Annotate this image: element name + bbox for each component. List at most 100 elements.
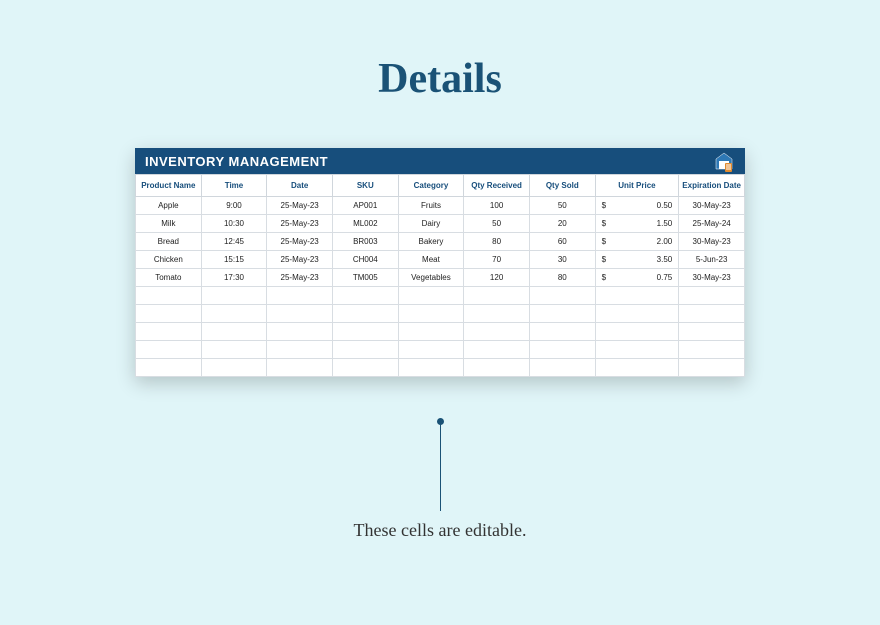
- cell-empty[interactable]: [398, 323, 464, 341]
- cell-date[interactable]: 25-May-23: [267, 215, 333, 233]
- cell-sku[interactable]: TM005: [332, 269, 398, 287]
- cell-empty[interactable]: [529, 323, 595, 341]
- cell-empty[interactable]: [529, 359, 595, 377]
- cell-expiration[interactable]: 5-Jun-23: [679, 251, 745, 269]
- cell-empty[interactable]: [267, 305, 333, 323]
- cell-price-currency[interactable]: $: [595, 233, 613, 251]
- cell-price-value[interactable]: 3.50: [613, 251, 679, 269]
- cell-empty[interactable]: [398, 359, 464, 377]
- cell-price-value[interactable]: 0.50: [613, 197, 679, 215]
- cell-empty[interactable]: [529, 341, 595, 359]
- cell-received[interactable]: 50: [464, 215, 530, 233]
- cell-sold[interactable]: 30: [529, 251, 595, 269]
- cell-category[interactable]: Bakery: [398, 233, 464, 251]
- cell-category[interactable]: Meat: [398, 251, 464, 269]
- cell-date[interactable]: 25-May-23: [267, 197, 333, 215]
- cell-empty[interactable]: [332, 341, 398, 359]
- cell-expiration[interactable]: 30-May-23: [679, 233, 745, 251]
- cell-empty[interactable]: [201, 341, 267, 359]
- cell-empty[interactable]: [613, 305, 679, 323]
- cell-sku[interactable]: BR003: [332, 233, 398, 251]
- cell-empty[interactable]: [679, 287, 745, 305]
- cell-date[interactable]: 25-May-23: [267, 233, 333, 251]
- cell-empty[interactable]: [613, 323, 679, 341]
- cell-empty[interactable]: [398, 287, 464, 305]
- cell-price-currency[interactable]: $: [595, 269, 613, 287]
- cell-price-value[interactable]: 1.50: [613, 215, 679, 233]
- cell-empty[interactable]: [201, 323, 267, 341]
- cell-empty[interactable]: [267, 287, 333, 305]
- cell-empty[interactable]: [595, 323, 613, 341]
- cell-empty[interactable]: [595, 359, 613, 377]
- cell-empty[interactable]: [136, 305, 202, 323]
- cell-sku[interactable]: CH004: [332, 251, 398, 269]
- cell-empty[interactable]: [679, 323, 745, 341]
- cell-empty[interactable]: [136, 341, 202, 359]
- cell-expiration[interactable]: 30-May-23: [679, 269, 745, 287]
- cell-received[interactable]: 70: [464, 251, 530, 269]
- cell-received[interactable]: 100: [464, 197, 530, 215]
- cell-empty[interactable]: [267, 323, 333, 341]
- cell-sold[interactable]: 60: [529, 233, 595, 251]
- cell-empty[interactable]: [398, 305, 464, 323]
- cell-empty[interactable]: [529, 287, 595, 305]
- cell-empty[interactable]: [332, 359, 398, 377]
- cell-sold[interactable]: 20: [529, 215, 595, 233]
- cell-empty[interactable]: [201, 287, 267, 305]
- cell-empty[interactable]: [679, 341, 745, 359]
- cell-empty[interactable]: [136, 359, 202, 377]
- cell-price-value[interactable]: 0.75: [613, 269, 679, 287]
- cell-received[interactable]: 80: [464, 233, 530, 251]
- cell-price-currency[interactable]: $: [595, 215, 613, 233]
- cell-empty[interactable]: [332, 305, 398, 323]
- cell-sku[interactable]: ML002: [332, 215, 398, 233]
- cell-time[interactable]: 10:30: [201, 215, 267, 233]
- cell-empty[interactable]: [464, 305, 530, 323]
- cell-sold[interactable]: 50: [529, 197, 595, 215]
- cell-empty[interactable]: [595, 341, 613, 359]
- cell-expiration[interactable]: 25-May-24: [679, 215, 745, 233]
- cell-empty[interactable]: [613, 341, 679, 359]
- cell-sku[interactable]: AP001: [332, 197, 398, 215]
- cell-price-currency[interactable]: $: [595, 251, 613, 269]
- cell-time[interactable]: 9:00: [201, 197, 267, 215]
- cell-empty[interactable]: [464, 341, 530, 359]
- cell-empty[interactable]: [201, 359, 267, 377]
- cell-price-currency[interactable]: $: [595, 197, 613, 215]
- cell-empty[interactable]: [613, 359, 679, 377]
- cell-empty[interactable]: [464, 287, 530, 305]
- cell-empty[interactable]: [529, 305, 595, 323]
- cell-sold[interactable]: 80: [529, 269, 595, 287]
- cell-product[interactable]: Tomato: [136, 269, 202, 287]
- cell-empty[interactable]: [679, 359, 745, 377]
- cell-empty[interactable]: [267, 359, 333, 377]
- cell-empty[interactable]: [595, 305, 613, 323]
- cell-date[interactable]: 25-May-23: [267, 269, 333, 287]
- cell-product[interactable]: Bread: [136, 233, 202, 251]
- cell-empty[interactable]: [332, 323, 398, 341]
- cell-empty[interactable]: [201, 305, 267, 323]
- cell-empty[interactable]: [267, 341, 333, 359]
- cell-category[interactable]: Vegetables: [398, 269, 464, 287]
- cell-category[interactable]: Dairy: [398, 215, 464, 233]
- cell-empty[interactable]: [332, 287, 398, 305]
- cell-time[interactable]: 15:15: [201, 251, 267, 269]
- cell-time[interactable]: 17:30: [201, 269, 267, 287]
- cell-product[interactable]: Chicken: [136, 251, 202, 269]
- cell-empty[interactable]: [595, 287, 613, 305]
- cell-time[interactable]: 12:45: [201, 233, 267, 251]
- cell-empty[interactable]: [464, 359, 530, 377]
- cell-product[interactable]: Apple: [136, 197, 202, 215]
- cell-expiration[interactable]: 30-May-23: [679, 197, 745, 215]
- cell-product[interactable]: Milk: [136, 215, 202, 233]
- cell-price-value[interactable]: 2.00: [613, 233, 679, 251]
- cell-category[interactable]: Fruits: [398, 197, 464, 215]
- cell-date[interactable]: 25-May-23: [267, 251, 333, 269]
- cell-empty[interactable]: [613, 287, 679, 305]
- cell-empty[interactable]: [679, 305, 745, 323]
- cell-empty[interactable]: [136, 323, 202, 341]
- cell-empty[interactable]: [464, 323, 530, 341]
- cell-received[interactable]: 120: [464, 269, 530, 287]
- cell-empty[interactable]: [398, 341, 464, 359]
- cell-empty[interactable]: [136, 287, 202, 305]
